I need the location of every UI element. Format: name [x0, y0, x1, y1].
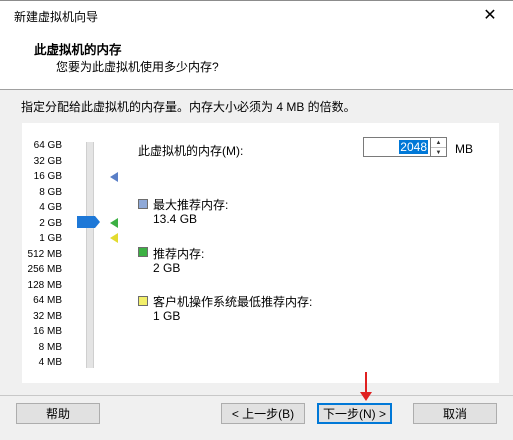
scale-label-16mb: 16 MB	[33, 326, 62, 337]
memory-slider-thumb-tip	[95, 216, 100, 228]
scale-label-512mb: 512 MB	[27, 249, 62, 260]
memory-value: 2048	[399, 140, 428, 154]
annotation-arrow-line	[365, 372, 367, 394]
cancel-button[interactable]: 取消	[413, 403, 497, 424]
close-icon: ✕	[483, 7, 497, 24]
scale-label-1gb: 1 GB	[39, 233, 62, 244]
scale-label-64gb: 64 GB	[33, 140, 62, 151]
memory-input[interactable]: 2048	[363, 137, 431, 157]
page-title: 此虚拟机的内存	[34, 43, 122, 57]
footer-divider	[0, 395, 513, 396]
minimum-marker-icon	[110, 233, 118, 243]
minimum-swatch	[138, 296, 148, 306]
recommended-swatch	[138, 247, 148, 257]
minimum-title: 客户机操作系统最低推荐内存:	[153, 295, 313, 309]
scale-label-64mb: 64 MB	[33, 295, 62, 306]
scale-label-128mb: 128 MB	[27, 280, 62, 291]
max-recommended-title: 最大推荐内存:	[153, 198, 229, 212]
annotation-arrow-icon	[360, 392, 372, 401]
scale-label-4gb: 4 GB	[39, 202, 62, 213]
scale-label-8gb: 8 GB	[39, 187, 62, 198]
memory-slider-track[interactable]	[86, 142, 94, 368]
scale-label-16gb: 16 GB	[33, 171, 62, 182]
stepper-up-icon[interactable]: ▲	[431, 138, 446, 148]
max-recommended-swatch	[138, 199, 148, 209]
window-title: 新建虚拟机向导	[14, 10, 99, 24]
recommended-value: 2 GB	[153, 261, 181, 275]
scale-label-2gb: 2 GB	[39, 218, 62, 229]
minimum-value: 1 GB	[153, 309, 181, 323]
help-button[interactable]: 帮助	[16, 403, 100, 424]
next-button[interactable]: 下一步(N) >	[317, 403, 392, 424]
recommended-title: 推荐内存:	[153, 247, 205, 261]
scale-label-32gb: 32 GB	[33, 156, 62, 167]
memory-slider-thumb[interactable]	[77, 216, 95, 228]
recommended-marker-icon	[110, 218, 118, 228]
memory-stepper[interactable]: ▲ ▼	[431, 137, 447, 157]
scale-label-256mb: 256 MB	[27, 264, 62, 275]
memory-unit: MB	[455, 142, 473, 156]
scale-label-32mb: 32 MB	[33, 311, 62, 322]
scale-label-8mb: 8 MB	[38, 342, 62, 353]
page-subtitle: 您要为此虚拟机使用多少内存?	[56, 60, 219, 74]
memory-label: 此虚拟机的内存(M):	[138, 144, 244, 158]
back-button[interactable]: < 上一步(B)	[221, 403, 305, 424]
close-button[interactable]: ✕	[470, 0, 510, 30]
instruction-text: 指定分配给此虚拟机的内存量。内存大小必须为 4 MB 的倍数。	[21, 100, 356, 114]
scale-label-4mb: 4 MB	[38, 357, 62, 368]
stepper-down-icon[interactable]: ▼	[431, 148, 446, 157]
max-recommended-value: 13.4 GB	[153, 212, 198, 226]
max-recommended-marker-icon	[110, 172, 118, 182]
